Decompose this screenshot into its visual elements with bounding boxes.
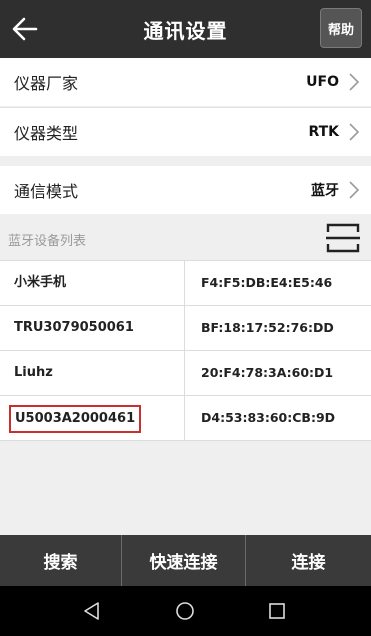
help-button[interactable]: 帮助 (320, 8, 362, 48)
system-nav-bar (0, 586, 371, 636)
device-list-header: 蓝牙设备列表 (0, 216, 371, 260)
connect-button[interactable]: 连接 (246, 535, 371, 586)
device-mac: 20:F4:78:3A:60:D1 (201, 365, 334, 380)
device-name-selected: U5003A2000461 (9, 405, 142, 433)
action-bar: 搜索 快速连接 连接 (0, 535, 371, 586)
chevron-right-icon (349, 123, 360, 141)
column-divider (184, 351, 185, 395)
instrument-type-label: 仪器类型 (14, 124, 79, 143)
device-table: 小米手机 F4:F5:DB:E4:E5:46 TRU3079050061 BF:… (0, 260, 371, 441)
device-row[interactable]: TRU3079050061 BF:18:17:52:76:DD (0, 305, 371, 350)
nav-recents-icon[interactable] (264, 598, 290, 624)
comm-mode-row[interactable]: 通信模式 蓝牙 (0, 166, 371, 214)
top-bar: 通讯设置 帮助 (0, 0, 371, 58)
chevron-right-icon (349, 181, 360, 199)
page-title: 通讯设置 (143, 19, 228, 43)
device-row[interactable]: 小米手机 F4:F5:DB:E4:E5:46 (0, 260, 371, 305)
manufacturer-row[interactable]: 仪器厂家 UFO (0, 58, 371, 106)
nav-home-icon[interactable] (172, 598, 198, 624)
quick-connect-button[interactable]: 快速连接 (122, 535, 246, 586)
instrument-type-value: RTK (308, 124, 339, 140)
device-mac: BF:18:17:52:76:DD (201, 320, 334, 335)
manufacturer-label: 仪器厂家 (14, 74, 79, 93)
device-name: Liuhz (14, 365, 53, 380)
device-mac: F4:F5:DB:E4:E5:46 (201, 275, 333, 290)
instrument-type-row[interactable]: 仪器类型 RTK (0, 108, 371, 156)
column-divider (184, 306, 185, 350)
column-divider (184, 396, 185, 440)
column-divider (184, 261, 185, 305)
device-name: TRU3079050061 (14, 320, 134, 335)
chevron-right-icon (349, 73, 360, 91)
device-list-title: 蓝牙设备列表 (8, 234, 87, 249)
scan-icon[interactable] (326, 222, 360, 254)
device-row[interactable]: Liuhz 20:F4:78:3A:60:D1 (0, 350, 371, 395)
device-mac: D4:53:83:60:CB:9D (201, 410, 336, 425)
device-row-selected[interactable]: U5003A2000461 D4:53:83:60:CB:9D (0, 395, 371, 441)
comm-mode-label: 通信模式 (14, 182, 79, 201)
comm-mode-value: 蓝牙 (311, 183, 339, 199)
manufacturer-value: UFO (306, 74, 339, 90)
search-button[interactable]: 搜索 (0, 535, 122, 586)
device-name: 小米手机 (14, 275, 67, 290)
nav-back-icon[interactable] (79, 598, 105, 624)
